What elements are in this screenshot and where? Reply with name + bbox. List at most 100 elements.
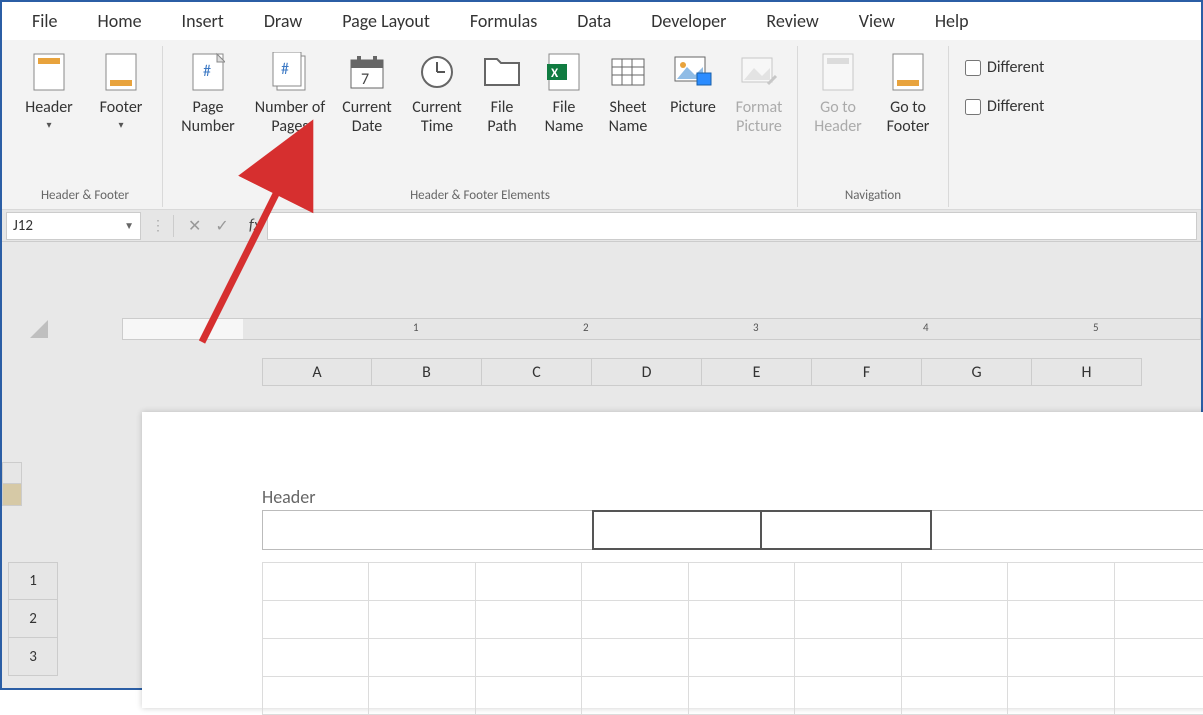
menu-home[interactable]: Home xyxy=(78,4,162,38)
current-date-label: Current Date xyxy=(335,98,399,136)
page-number-label: Page Number xyxy=(171,98,245,136)
page-break-marker xyxy=(2,462,22,484)
calendar-icon: 7 xyxy=(347,52,387,92)
page-break-marker-active xyxy=(2,484,22,506)
header-button[interactable]: Header ▾ xyxy=(14,48,84,135)
ribbon-group-label: Header & Footer Elements xyxy=(410,186,550,205)
format-picture-button: Format Picture xyxy=(727,48,791,140)
different-first-checkbox[interactable]: Different xyxy=(965,58,1044,77)
checkbox-icon[interactable] xyxy=(965,99,981,115)
column-header[interactable]: G xyxy=(922,358,1032,386)
menu-file[interactable]: File xyxy=(12,4,78,38)
cell-grid[interactable] xyxy=(262,562,1203,708)
header-edit-area xyxy=(262,510,1203,550)
menu-page-layout[interactable]: Page Layout xyxy=(322,4,450,38)
header-center-section-2[interactable] xyxy=(762,510,932,550)
excel-file-icon: X xyxy=(544,52,584,92)
row-header[interactable]: 1 xyxy=(8,562,58,600)
checkbox-label: Different xyxy=(987,58,1044,77)
formula-input[interactable] xyxy=(267,212,1197,240)
enter-icon: ✓ xyxy=(215,216,228,236)
different-odd-even-checkbox[interactable]: Different xyxy=(965,97,1044,116)
column-header[interactable]: C xyxy=(482,358,592,386)
footer-button[interactable]: Footer ▾ xyxy=(86,48,156,135)
goto-header-label: Go to Header xyxy=(806,98,870,136)
menu-bar: File Home Insert Draw Page Layout Formul… xyxy=(2,2,1201,40)
select-all-triangle[interactable] xyxy=(30,320,48,338)
sheet-name-button[interactable]: Sheet Name xyxy=(597,48,659,140)
ribbon-group-elements: # Page Number # Number of Pages 7 Curren… xyxy=(163,46,798,207)
ribbon-group-label: Navigation xyxy=(845,186,901,205)
number-of-pages-icon: # xyxy=(270,52,310,92)
row-header[interactable]: 3 xyxy=(8,638,58,676)
file-name-label: File Name xyxy=(535,98,593,136)
picture-button[interactable]: Picture xyxy=(661,48,725,121)
column-header[interactable]: H xyxy=(1032,358,1142,386)
page-number-icon: # xyxy=(188,52,228,92)
chevron-down-icon[interactable]: ▼ xyxy=(124,219,134,232)
formula-bar: J12 ▼ ⋮ ✕ ✓ fx xyxy=(2,210,1201,242)
menu-formulas[interactable]: Formulas xyxy=(450,4,557,38)
goto-footer-button[interactable]: Go to Footer xyxy=(874,48,942,140)
ribbon-group-header-footer: Header ▾ Footer ▾ Header & Footer xyxy=(8,46,163,207)
header-left-section[interactable] xyxy=(262,510,592,550)
name-box[interactable]: J12 ▼ xyxy=(6,212,141,240)
ribbon-group-navigation: Go to Header Go to Footer Navigation xyxy=(798,46,949,207)
menu-view[interactable]: View xyxy=(839,4,915,38)
header-right-section[interactable] xyxy=(932,510,1203,550)
column-header[interactable]: B xyxy=(372,358,482,386)
separator xyxy=(173,215,174,237)
ruler-mark: 2 xyxy=(583,321,589,334)
sheet-name-label: Sheet Name xyxy=(599,98,657,136)
sheet-main: 1 2 3 4 5 A B C D E F G H Header xyxy=(62,242,1201,688)
goto-header-button: Go to Header xyxy=(804,48,872,140)
svg-text:7: 7 xyxy=(361,70,369,89)
goto-footer-label: Go to Footer xyxy=(876,98,940,136)
menu-draw[interactable]: Draw xyxy=(244,4,322,38)
format-picture-label: Format Picture xyxy=(729,98,789,136)
menu-data[interactable]: Data xyxy=(557,4,631,38)
footer-icon xyxy=(101,52,141,92)
number-of-pages-label: Number of Pages xyxy=(251,98,329,136)
current-date-button[interactable]: 7 Current Date xyxy=(333,48,401,140)
goto-header-icon xyxy=(818,52,858,92)
clock-icon xyxy=(417,52,457,92)
svg-text:#: # xyxy=(203,62,211,81)
goto-footer-icon xyxy=(888,52,928,92)
column-header[interactable]: E xyxy=(702,358,812,386)
file-name-button[interactable]: X File Name xyxy=(533,48,595,140)
menu-review[interactable]: Review xyxy=(746,4,838,38)
ribbon-group-options: Different Different xyxy=(949,46,1054,207)
column-header[interactable]: D xyxy=(592,358,702,386)
menu-help[interactable]: Help xyxy=(915,4,989,38)
drag-handle-icon[interactable]: ⋮ xyxy=(147,224,169,228)
header-center-section[interactable] xyxy=(592,510,762,550)
fx-icon[interactable]: fx xyxy=(239,216,267,235)
column-header[interactable]: F xyxy=(812,358,922,386)
row-header[interactable]: 2 xyxy=(8,600,58,638)
number-of-pages-button[interactable]: # Number of Pages xyxy=(249,48,331,140)
svg-text:#: # xyxy=(281,60,289,79)
menu-developer[interactable]: Developer xyxy=(631,4,746,38)
ribbon: Header ▾ Footer ▾ Header & Footer # Page… xyxy=(2,40,1201,210)
footer-button-label: Footer xyxy=(100,98,143,117)
file-path-button[interactable]: File Path xyxy=(473,48,531,140)
page-number-button[interactable]: # Page Number xyxy=(169,48,247,140)
row-headers: 1 2 3 xyxy=(8,562,58,676)
ruler-mark: 5 xyxy=(1093,321,1099,334)
header-section-label: Header xyxy=(262,486,315,508)
sheet-icon xyxy=(608,52,648,92)
chevron-down-icon: ▾ xyxy=(46,119,51,131)
column-header[interactable]: A xyxy=(262,358,372,386)
current-time-button[interactable]: Current Time xyxy=(403,48,471,140)
horizontal-ruler: 1 2 3 4 5 xyxy=(122,318,1201,340)
ruler-mark: 4 xyxy=(923,321,929,334)
cancel-icon: ✕ xyxy=(188,216,201,236)
checkbox-icon[interactable] xyxy=(965,60,981,76)
menu-insert[interactable]: Insert xyxy=(162,4,244,38)
folder-icon xyxy=(482,52,522,92)
svg-text:X: X xyxy=(551,66,559,81)
worksheet-area: 1 2 3 4 5 A B C D E F G H Header xyxy=(2,242,1201,688)
picture-label: Picture xyxy=(670,98,716,117)
column-headers: A B C D E F G H xyxy=(262,358,1201,386)
